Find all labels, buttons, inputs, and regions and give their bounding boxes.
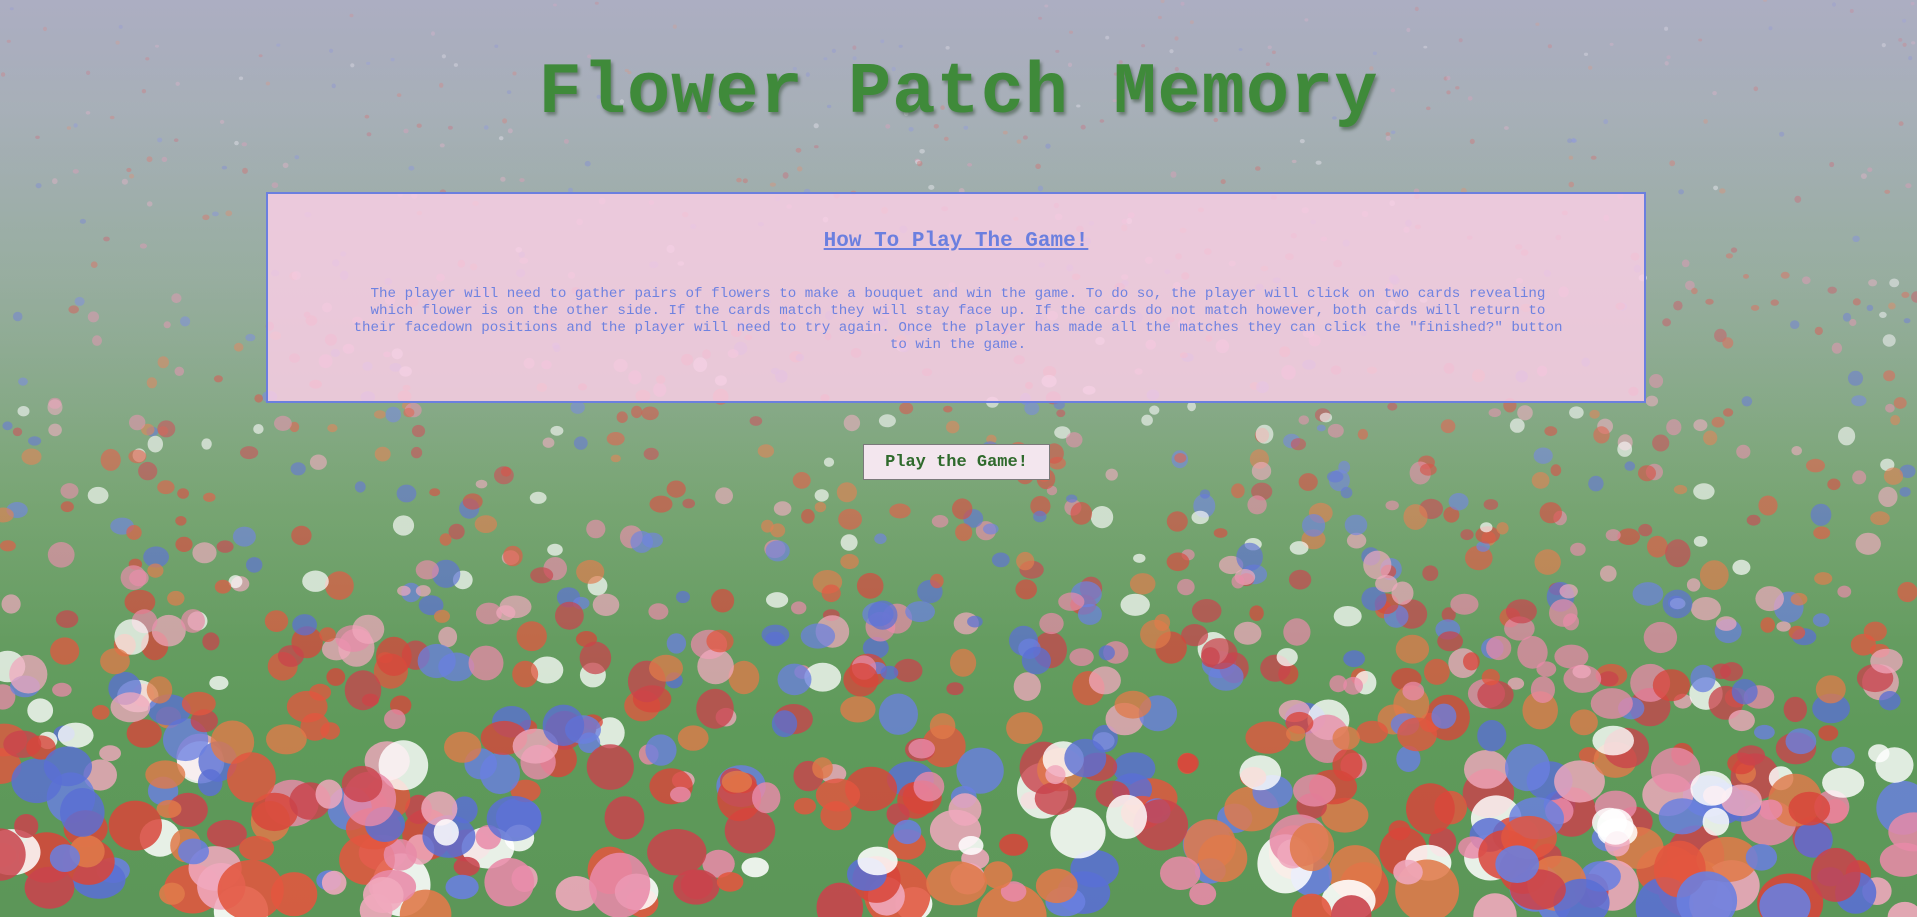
instructions-panel: How To Play The Game! The player will ne… [266,192,1646,403]
page-title: Flower Patch Memory [538,52,1379,134]
instructions-text: The player will need to gather pairs of … [353,286,1563,353]
instructions-heading: How To Play The Game! [823,230,1089,253]
play-game-button[interactable]: Play the Game! [863,444,1050,480]
